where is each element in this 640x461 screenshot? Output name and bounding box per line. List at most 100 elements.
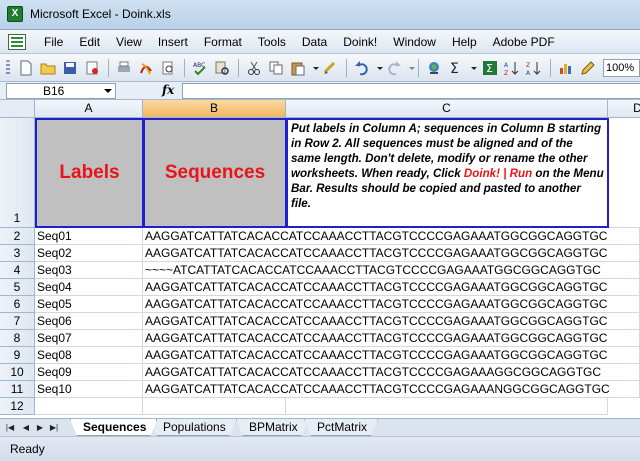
cell-a12[interactable] — [35, 398, 143, 415]
menu-doink[interactable]: Doink! — [343, 35, 385, 49]
insert-function-fx-icon[interactable]: fx — [162, 83, 174, 97]
format-painter-icon[interactable] — [322, 60, 338, 76]
menu-bar: File Edit View Insert Format Tools Data … — [0, 30, 640, 54]
new-icon[interactable] — [18, 60, 34, 76]
label-cell[interactable]: Seq04 — [35, 279, 143, 296]
chevron-down-icon[interactable] — [104, 89, 112, 93]
row-header-3[interactable]: 3 — [0, 245, 35, 262]
labels-header-cell[interactable]: Labels — [35, 118, 144, 228]
row-header-8[interactable]: 8 — [0, 330, 35, 347]
autosum-icon[interactable]: Σ — [448, 60, 464, 76]
copy-icon[interactable] — [268, 60, 284, 76]
redo-icon[interactable] — [386, 60, 402, 76]
excel-app-icon[interactable]: X — [7, 6, 23, 22]
label-cell[interactable]: Seq01 — [35, 228, 143, 245]
insert-function-icon[interactable]: Σ — [482, 60, 498, 76]
menu-adobe-pdf[interactable]: Adobe PDF — [493, 35, 563, 49]
print-icon[interactable] — [116, 60, 132, 76]
formula-input[interactable] — [182, 83, 640, 99]
column-header-a[interactable]: A — [35, 100, 143, 118]
menu-data[interactable]: Data — [302, 35, 335, 49]
undo-dropdown-icon[interactable] — [372, 60, 383, 76]
next-sheet-icon[interactable]: ▶ — [34, 421, 46, 435]
menu-file[interactable]: File — [44, 35, 71, 49]
row-header-1[interactable]: 1 — [0, 118, 35, 228]
row-header-6[interactable]: 6 — [0, 296, 35, 313]
spelling-icon[interactable]: ABC — [192, 60, 208, 76]
print-preview-icon[interactable] — [160, 60, 176, 76]
row-header-2[interactable]: 2 — [0, 228, 35, 245]
label-cell[interactable]: Seq09 — [35, 364, 143, 381]
select-all-corner[interactable] — [0, 100, 35, 118]
redo-dropdown-icon[interactable] — [404, 60, 415, 76]
sequence-cell[interactable]: AAGGATCATTATCACACCATCCAAACCTTACGTCCCCGAG… — [143, 381, 640, 398]
tab-populations[interactable]: Populations — [150, 419, 237, 436]
autosum-dropdown-icon[interactable] — [466, 60, 477, 76]
row-header-4[interactable]: 4 — [0, 262, 35, 279]
tab-bpmatrix[interactable]: BPMatrix — [236, 419, 309, 436]
zoom-combobox[interactable]: 100% — [603, 59, 640, 77]
sort-descending-icon[interactable]: ZA — [526, 60, 542, 76]
open-icon[interactable] — [40, 60, 56, 76]
menu-format[interactable]: Format — [204, 35, 250, 49]
sequence-cell[interactable]: AAGGATCATTATCACACCATCCAAACCTTACGTCCCCGAG… — [143, 364, 640, 381]
tab-sequences[interactable]: Sequences — [70, 419, 157, 436]
save-icon[interactable] — [62, 60, 78, 76]
worksheet-grid[interactable]: A B C D 1 Labels Sequences Put labels in… — [0, 100, 640, 418]
row-header-9[interactable]: 9 — [0, 347, 35, 364]
instructions-cell[interactable]: Put labels in Column A; sequences in Col… — [286, 118, 609, 228]
row-header-11[interactable]: 11 — [0, 381, 35, 398]
toolbar-grip[interactable] — [6, 60, 10, 76]
sequence-cell[interactable]: AAGGATCATTATCACACCATCCAAACCTTACGTCCCCGAG… — [143, 313, 640, 330]
row-header-5[interactable]: 5 — [0, 279, 35, 296]
sequence-cell[interactable]: AAGGATCATTATCACACCATCCAAACCTTACGTCCCCGAG… — [143, 330, 640, 347]
menu-help[interactable]: Help — [452, 35, 485, 49]
prev-sheet-icon[interactable]: ◀ — [20, 421, 32, 435]
tab-pctmatrix[interactable]: PctMatrix — [304, 419, 378, 436]
sequence-cell[interactable]: AAGGATCATTATCACACCATCCAAACCTTACGTCCCCGAG… — [143, 347, 640, 364]
menu-tools[interactable]: Tools — [258, 35, 294, 49]
cell-b12[interactable] — [143, 398, 286, 415]
column-header-b[interactable]: B — [143, 100, 286, 118]
last-sheet-icon[interactable]: ▶| — [48, 421, 60, 435]
row-header-12[interactable]: 12 — [0, 398, 35, 415]
menu-view[interactable]: View — [116, 35, 150, 49]
row-header-7[interactable]: 7 — [0, 313, 35, 330]
drawing-icon[interactable] — [580, 60, 596, 76]
cell-d1[interactable] — [609, 118, 640, 228]
label-cell[interactable]: Seq06 — [35, 313, 143, 330]
menu-window[interactable]: Window — [393, 35, 444, 49]
permission-icon[interactable] — [84, 60, 100, 76]
sequence-cell[interactable]: AAGGATCATTATCACACCATCCAAACCTTACGTCCCCGAG… — [143, 228, 640, 245]
sequence-cell[interactable]: ~~~~ATCATTATCACACCATCCAAACCTTACGTCCCCGAG… — [143, 262, 640, 279]
sequence-cell[interactable]: AAGGATCATTATCACACCATCCAAACCTTACGTCCCCGAG… — [143, 245, 640, 262]
label-cell[interactable]: Seq10 — [35, 381, 143, 398]
workbook-icon[interactable] — [8, 34, 26, 50]
paste-icon[interactable] — [290, 60, 306, 76]
menu-edit[interactable]: Edit — [79, 35, 108, 49]
cut-icon[interactable] — [246, 60, 262, 76]
column-header-d[interactable]: D — [608, 100, 640, 118]
sequences-header-cell[interactable]: Sequences — [143, 118, 287, 228]
label-cell[interactable]: Seq08 — [35, 347, 143, 364]
research-icon[interactable] — [214, 60, 230, 76]
menu-insert[interactable]: Insert — [158, 35, 196, 49]
label-cell[interactable]: Seq07 — [35, 330, 143, 347]
sequence-cell[interactable]: AAGGATCATTATCACACCATCCAAACCTTACGTCCCCGAG… — [143, 279, 640, 296]
name-box[interactable]: B16 — [6, 83, 116, 99]
hyperlink-icon[interactable] — [426, 60, 442, 76]
first-sheet-icon[interactable]: |◀ — [4, 421, 16, 435]
doink-run-instruction: Doink! | Run — [463, 167, 533, 180]
sort-ascending-icon[interactable]: AZ — [504, 60, 520, 76]
row-header-10[interactable]: 10 — [0, 364, 35, 381]
column-header-c[interactable]: C — [286, 100, 608, 118]
sequence-cell[interactable]: AAGGATCATTATCACACCATCCAAACCTTACGTCCCCGAG… — [143, 296, 640, 313]
label-cell[interactable]: Seq05 — [35, 296, 143, 313]
undo-icon[interactable] — [354, 60, 370, 76]
label-cell[interactable]: Seq03 — [35, 262, 143, 279]
cell-c12[interactable] — [286, 398, 608, 415]
label-cell[interactable]: Seq02 — [35, 245, 143, 262]
chart-wizard-icon[interactable] — [558, 60, 574, 76]
paste-dropdown-icon[interactable] — [308, 60, 319, 76]
print-pdf-icon[interactable] — [138, 60, 154, 76]
